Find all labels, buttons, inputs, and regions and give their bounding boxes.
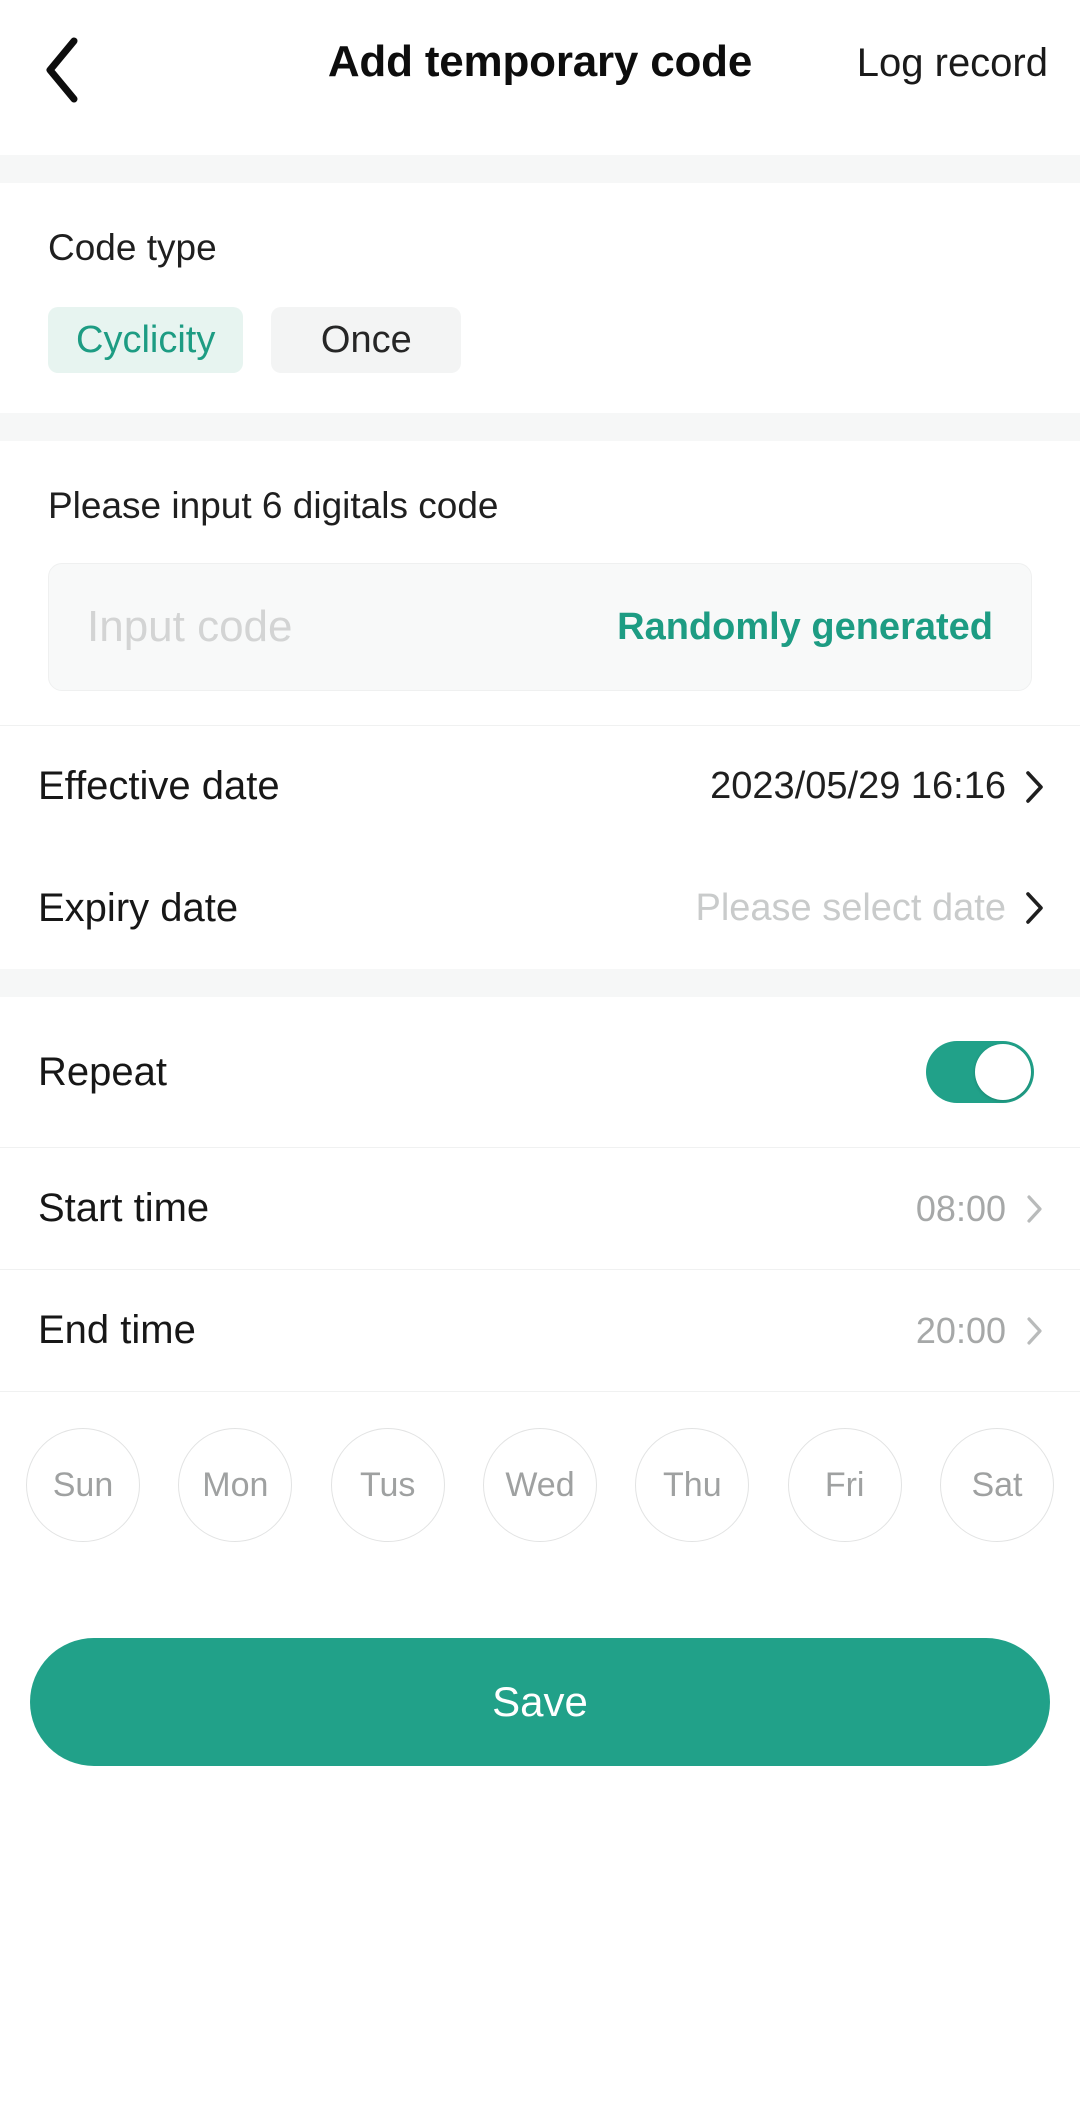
weekday-label: Wed [505,1465,575,1504]
code-input-hint: Please input 6 digitals code [48,485,499,526]
save-button[interactable]: Save [30,1638,1050,1766]
expiry-date-label: Expiry date [38,885,239,930]
chevron-right-icon [1024,1316,1046,1346]
weekday-label: Tus [359,1465,416,1504]
weekday-sat[interactable]: Sat [939,1428,1054,1542]
code-input-field[interactable]: Randomly generated [48,563,1032,691]
expiry-date-row[interactable]: Expiry date Please select date [0,847,1080,969]
start-time-label: Start time [38,1186,210,1230]
section-gap-1 [0,155,1080,183]
code-type-option-label: Cyclicity [76,318,216,361]
start-time-value: 08:00 [915,1187,1006,1229]
end-time-value-group: 20:00 [916,1310,1046,1352]
chevron-right-icon [1024,891,1046,925]
repeat-label: Repeat [38,1049,167,1094]
weekday-mon[interactable]: Mon [178,1428,293,1542]
effective-date-value: 2023/05/29 16:16 [710,765,1006,807]
add-temporary-code-screen: Add temporary code Log record Code type … [0,0,1080,2107]
code-type-section: Code type Cyclicity Once [0,183,1080,413]
app-header: Add temporary code Log record [0,0,1080,155]
end-time-value: 20:00 [915,1309,1006,1351]
code-type-option-label: Once [320,318,412,361]
chevron-right-icon [1024,770,1046,804]
weekday-label: Sun [52,1465,114,1504]
code-type-option-once[interactable]: Once [271,307,462,373]
section-gap-2 [0,413,1080,441]
weekday-label: Sat [971,1465,1023,1504]
repeat-row: Repeat [0,997,1080,1147]
weekday-label: Mon [202,1465,269,1504]
weekday-thu[interactable]: Thu [635,1428,750,1542]
start-time-value-group: 08:00 [916,1188,1046,1230]
expiry-date-value-group: Please select date [695,887,1046,930]
weekday-label: Fri [824,1465,865,1504]
code-type-label: Code type [48,227,217,268]
chevron-right-icon [1024,1194,1046,1224]
effective-date-row[interactable]: Effective date 2023/05/29 16:16 [0,725,1080,847]
end-time-row[interactable]: End time 20:00 [0,1269,1080,1391]
weekday-tus[interactable]: Tus [330,1428,445,1542]
log-record-link[interactable]: Log record [857,41,1048,86]
code-input[interactable] [87,602,507,652]
weekday-sun[interactable]: Sun [26,1428,140,1542]
repeat-toggle[interactable] [926,1041,1034,1103]
weekday-selector: Sun Mon Tus Wed Thu Fri Sat [0,1391,1080,1576]
section-gap-3 [0,969,1080,997]
end-time-label: End time [38,1308,196,1352]
weekday-label: Thu [663,1465,722,1504]
effective-date-label: Effective date [38,764,280,808]
weekday-wed[interactable]: Wed [482,1428,597,1542]
code-input-section: Please input 6 digitals code Randomly ge… [0,441,1080,725]
repeat-toggle-knob [975,1044,1031,1100]
expiry-date-value: Please select date [695,886,1006,929]
code-type-options: Cyclicity Once [48,307,1032,373]
effective-date-value-group: 2023/05/29 16:16 [710,765,1046,808]
weekday-fri[interactable]: Fri [787,1428,902,1542]
code-type-option-cyclicity[interactable]: Cyclicity [48,307,244,373]
randomly-generated-button[interactable]: Randomly generated [617,606,993,649]
start-time-row[interactable]: Start time 08:00 [0,1147,1080,1269]
footer-actions: Save [0,1576,1080,1766]
